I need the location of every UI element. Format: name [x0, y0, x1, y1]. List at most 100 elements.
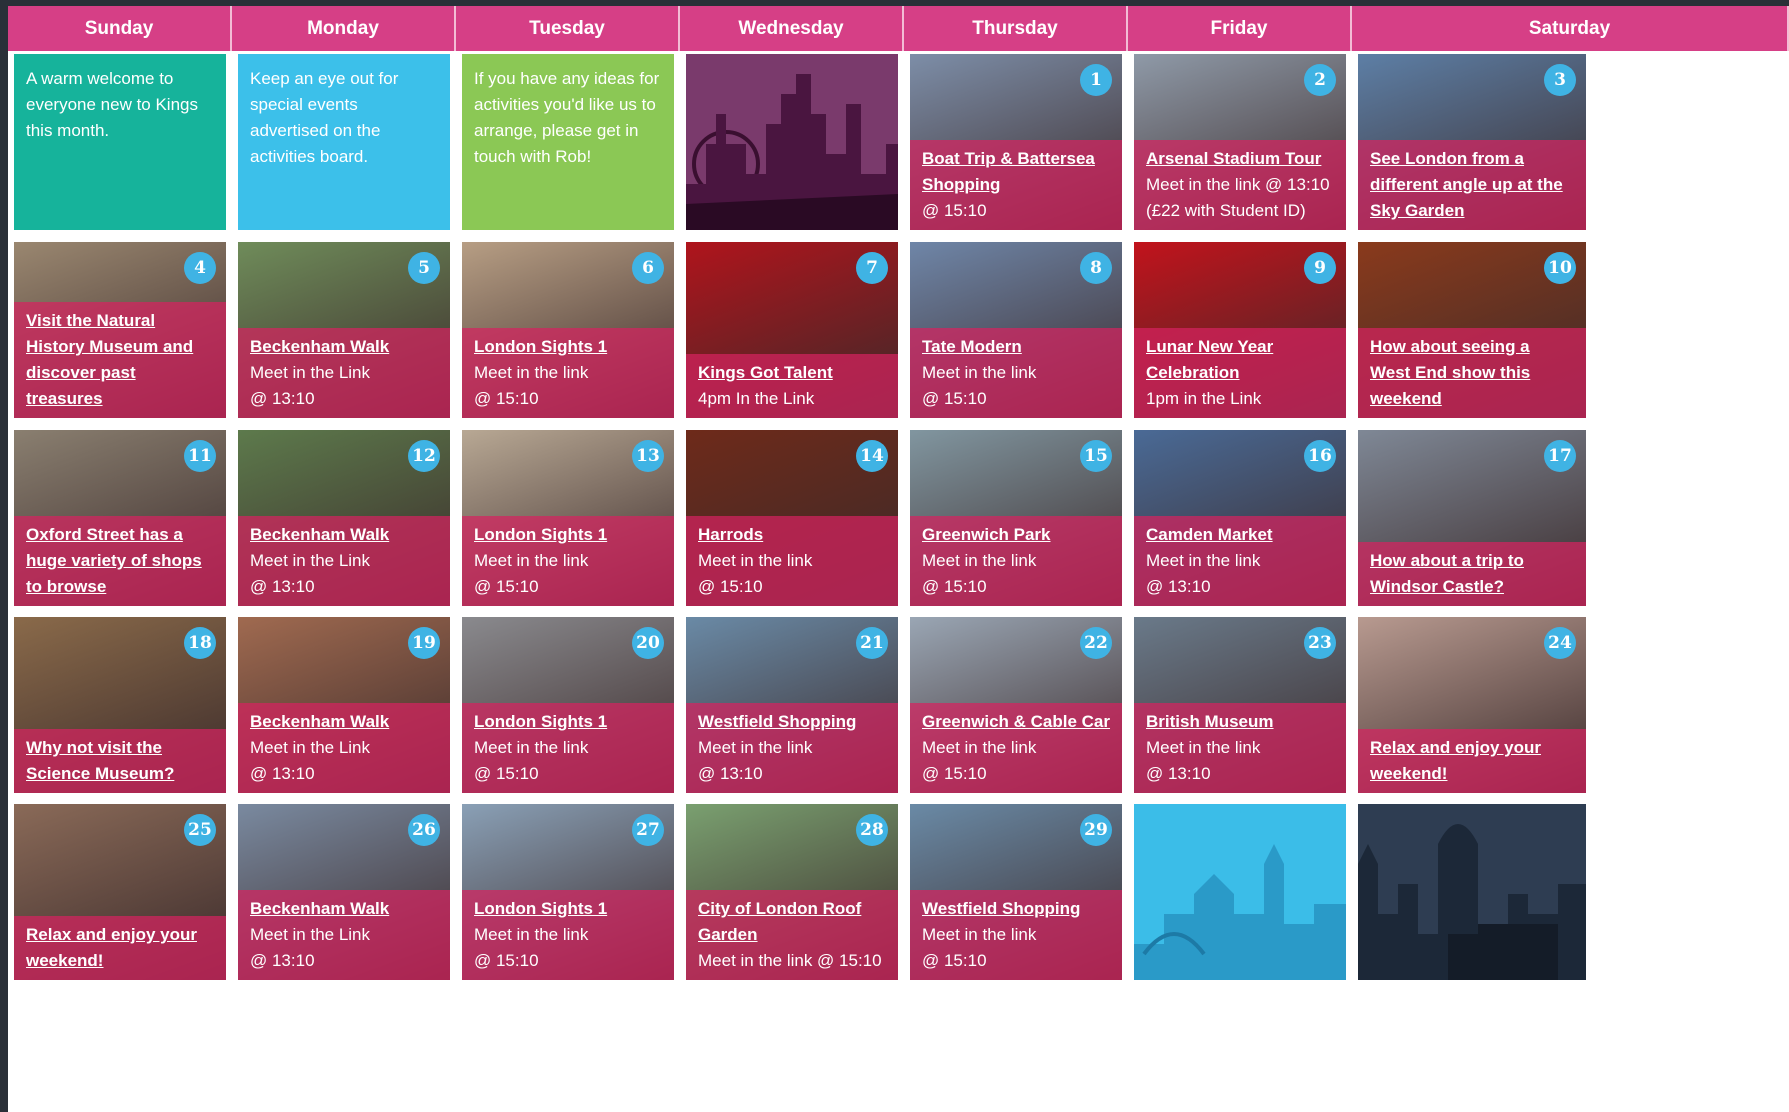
event-title-link[interactable]: How about seeing a West End show this we…	[1370, 334, 1574, 412]
event-title-link[interactable]: See London from a different angle up at …	[1370, 146, 1574, 224]
event-tile[interactable]: Why not visit the Science Museum? 18	[14, 617, 226, 793]
event-title-link[interactable]: London Sights 1	[474, 709, 662, 735]
event-tile[interactable]: Westfield Shopping Meet in the link @ 13:1…	[686, 617, 898, 793]
event-title-link[interactable]: Visit the Natural History Museum and dis…	[26, 308, 214, 412]
event-title-link[interactable]: Kings Got Talent	[698, 360, 886, 386]
day-header-wednesday: Wednesday	[680, 6, 904, 51]
event-caption: Greenwich & Cable Car Meet in the link @ 1…	[910, 703, 1122, 793]
event-title-link[interactable]: Westfield Shopping	[922, 896, 1110, 922]
day-number-badge: 29	[1080, 814, 1112, 846]
event-detail: Meet in the link	[1146, 738, 1261, 757]
event-tile[interactable]: Harrods Meet in the link @ 15:10 14	[686, 430, 898, 606]
event-title-link[interactable]: Westfield Shopping	[698, 709, 886, 735]
london-skyline-image	[686, 54, 898, 230]
day-number-badge: 26	[408, 814, 440, 846]
event-tile[interactable]: Arsenal Stadium Tour Meet in the link @ 1…	[1134, 54, 1346, 230]
event-caption: Lunar New Year Celebration 1pm in the Lin…	[1134, 328, 1346, 418]
event-caption: Camden Market Meet in the link @ 13:10	[1134, 516, 1346, 606]
event-tile[interactable]: How about a trip to Windsor Castle? 17	[1358, 430, 1586, 606]
london-skyline-image	[1358, 824, 1586, 980]
event-caption: Oxford Street has a huge variety of shop…	[14, 516, 226, 606]
event-tile[interactable]: Beckenham Walk Meet in the Link @ 13:10 5	[238, 242, 450, 418]
event-tile[interactable]: Beckenham Walk Meet in the Link @ 13:10 26	[238, 804, 450, 980]
event-title-link[interactable]: Greenwich Park	[922, 522, 1110, 548]
event-caption: London Sights 1 Meet in the link @ 15:10	[462, 703, 674, 793]
day-number-badge: 10	[1544, 252, 1576, 284]
event-tile[interactable]: City of London Roof Garden Meet in the li…	[686, 804, 898, 980]
event-tile[interactable]: Camden Market Meet in the link @ 13:10 16	[1134, 430, 1346, 606]
event-title-link[interactable]: Why not visit the Science Museum?	[26, 735, 214, 787]
day-number-badge: 24	[1544, 627, 1576, 659]
event-title-link[interactable]: Oxford Street has a huge variety of shop…	[26, 522, 214, 600]
event-title-link[interactable]: Beckenham Walk	[250, 709, 438, 735]
event-tile[interactable]: Lunar New Year Celebration 1pm in the Lin…	[1134, 242, 1346, 418]
event-caption: How about seeing a West End show this we…	[1358, 328, 1586, 418]
event-tile[interactable]: Beckenham Walk Meet in the Link @ 13:10 19	[238, 617, 450, 793]
event-tile[interactable]: London Sights 1 Meet in the link @ 15:10 13	[462, 430, 674, 606]
day-number-badge: 28	[856, 814, 888, 846]
event-caption: Kings Got Talent 4pm In the Link	[686, 354, 898, 418]
day-header-friday: Friday	[1128, 6, 1352, 51]
event-detail: @ 15:10	[474, 389, 539, 408]
event-title-link[interactable]: London Sights 1	[474, 334, 662, 360]
day-number-badge: 16	[1304, 440, 1336, 472]
event-tile[interactable]: Greenwich & Cable Car Meet in the link @ 1…	[910, 617, 1122, 793]
event-tile[interactable]: How about seeing a West End show this we…	[1358, 242, 1586, 418]
event-tile[interactable]: Visit the Natural History Museum and dis…	[14, 242, 226, 418]
event-detail: (£22 with Student ID)	[1146, 201, 1306, 220]
event-tile[interactable]: London Sights 1 Meet in the link @ 15:10 27	[462, 804, 674, 980]
event-tile[interactable]: Westfield Shopping Meet in the link @ 15:1…	[910, 804, 1122, 980]
event-tile[interactable]: Kings Got Talent 4pm In the Link 7	[686, 242, 898, 418]
event-title-link[interactable]: British Museum	[1146, 709, 1334, 735]
event-caption: Westfield Shopping Meet in the link @ 13:1…	[686, 703, 898, 793]
event-detail: Meet in the link	[922, 363, 1037, 382]
event-detail: Meet in the link	[698, 738, 813, 757]
day-number-badge: 2	[1304, 64, 1336, 96]
day-number-badge: 1	[1080, 64, 1112, 96]
event-tile[interactable]: London Sights 1 Meet in the link @ 15:10 20	[462, 617, 674, 793]
event-title-link[interactable]: Lunar New Year Celebration	[1146, 334, 1334, 386]
event-title-link[interactable]: Beckenham Walk	[250, 896, 438, 922]
event-caption: Boat Trip & Battersea Shopping @ 15:10	[910, 140, 1122, 230]
day-number-badge: 21	[856, 627, 888, 659]
event-tile[interactable]: Oxford Street has a huge variety of shop…	[14, 430, 226, 606]
event-tile[interactable]: London Sights 1 Meet in the link @ 15:10 6	[462, 242, 674, 418]
event-detail: Meet in the link	[922, 551, 1037, 570]
event-tile[interactable]: Relax and enjoy your weekend! 25	[14, 804, 226, 980]
event-title-link[interactable]: How about a trip to Windsor Castle?	[1370, 548, 1574, 600]
event-caption: London Sights 1 Meet in the link @ 15:10	[462, 516, 674, 606]
event-title-link[interactable]: Greenwich & Cable Car	[922, 709, 1110, 735]
event-tile[interactable]: Boat Trip & Battersea Shopping @ 15:10 1	[910, 54, 1122, 230]
event-caption: City of London Roof Garden Meet in the li…	[686, 890, 898, 980]
event-title-link[interactable]: Arsenal Stadium Tour	[1146, 146, 1334, 172]
event-title-link[interactable]: Harrods	[698, 522, 886, 548]
event-tile[interactable]: British Museum Meet in the link @ 13:10 23	[1134, 617, 1346, 793]
event-caption: British Museum Meet in the link @ 13:10	[1134, 703, 1346, 793]
event-detail: @ 15:10	[474, 764, 539, 783]
event-detail: 1pm in the Link	[1146, 389, 1262, 408]
event-title-link[interactable]: London Sights 1	[474, 522, 662, 548]
event-title-link[interactable]: London Sights 1	[474, 896, 662, 922]
event-title-link[interactable]: Camden Market	[1146, 522, 1334, 548]
event-tile[interactable]: Beckenham Walk Meet in the Link @ 13:10 12	[238, 430, 450, 606]
event-detail: Meet in the link	[1146, 551, 1261, 570]
event-title-link[interactable]: Relax and enjoy your weekend!	[26, 922, 214, 974]
event-detail: Meet in the link @ 15:10	[698, 951, 882, 970]
note-text: A warm welcome to everyone new to Kings …	[26, 69, 198, 140]
event-tile[interactable]: Greenwich Park Meet in the link @ 15:10 15	[910, 430, 1122, 606]
event-tile[interactable]: Tate Modern Meet in the link @ 15:10 8	[910, 242, 1122, 418]
calendar: Sunday Monday Tuesday Wednesday Thursday Frid…	[8, 6, 1789, 1112]
event-tile[interactable]: Relax and enjoy your weekend! 24	[1358, 617, 1586, 793]
event-title-link[interactable]: Tate Modern	[922, 334, 1110, 360]
event-detail: @ 15:10	[922, 764, 987, 783]
day-number-badge: 22	[1080, 627, 1112, 659]
event-title-link[interactable]: Relax and enjoy your weekend!	[1370, 735, 1574, 787]
event-tile[interactable]: See London from a different angle up at …	[1358, 54, 1586, 230]
event-title-link[interactable]: City of London Roof Garden	[698, 896, 886, 948]
day-number-badge: 5	[408, 252, 440, 284]
event-detail: Meet in the Link	[250, 925, 371, 944]
event-title-link[interactable]: Beckenham Walk	[250, 334, 438, 360]
event-title-link[interactable]: Beckenham Walk	[250, 522, 438, 548]
event-title-link[interactable]: Boat Trip & Battersea Shopping	[922, 146, 1110, 198]
event-detail: Meet in the Link	[250, 363, 371, 382]
